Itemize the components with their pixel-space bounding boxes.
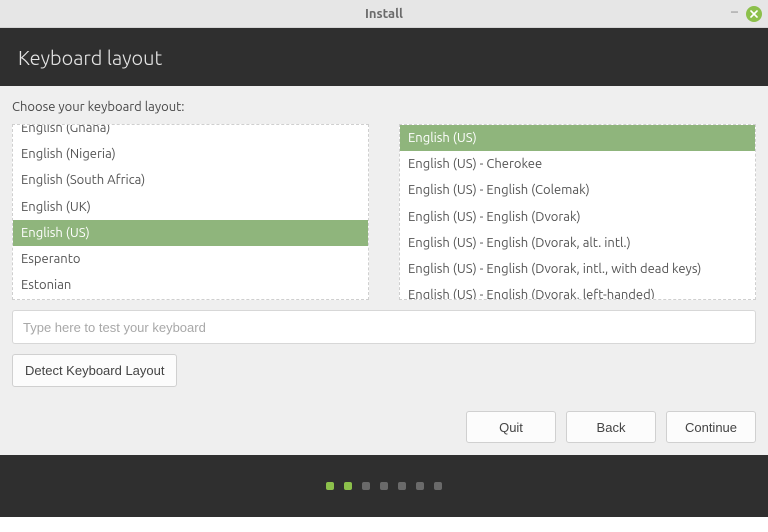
titlebar: Install –	[0, 0, 768, 28]
keyboard-test-input[interactable]	[12, 310, 756, 344]
list-item[interactable]: English (US) - English (Dvorak, intl., w…	[400, 256, 755, 282]
nav-buttons: Quit Back Continue	[0, 387, 768, 455]
progress-dot	[380, 482, 388, 490]
progress-dot	[362, 482, 370, 490]
list-item[interactable]: English (Nigeria)	[13, 141, 368, 167]
page-header: Keyboard layout	[0, 28, 768, 86]
progress-dot	[344, 482, 352, 490]
list-item[interactable]: English (Ghana)	[13, 124, 368, 141]
page-title: Keyboard layout	[18, 46, 162, 69]
quit-button[interactable]: Quit	[466, 411, 556, 443]
content-area: Choose your keyboard layout: English (Gh…	[0, 86, 768, 387]
window-controls: –	[731, 4, 762, 24]
list-item[interactable]: English (US) - English (Dvorak, alt. int…	[400, 230, 755, 256]
list-item[interactable]: English (US) - Cherokee	[400, 151, 755, 177]
back-button[interactable]: Back	[566, 411, 656, 443]
detect-keyboard-button[interactable]: Detect Keyboard Layout	[12, 354, 177, 387]
progress-dot	[416, 482, 424, 490]
list-item[interactable]: English (UK)	[13, 194, 368, 220]
variant-list[interactable]: English (US)English (US) - CherokeeEngli…	[399, 124, 756, 300]
close-icon	[750, 10, 758, 18]
list-item[interactable]: Faroese	[13, 298, 368, 300]
progress-dot	[434, 482, 442, 490]
list-item[interactable]: English (US) - English (Dvorak, left-han…	[400, 282, 755, 300]
list-item[interactable]: English (US) - English (Colemak)	[400, 177, 755, 203]
progress-dots	[0, 455, 768, 517]
progress-dot	[398, 482, 406, 490]
close-button[interactable]	[746, 6, 762, 22]
list-item[interactable]: English (US)	[13, 220, 368, 246]
continue-button[interactable]: Continue	[666, 411, 756, 443]
list-item[interactable]: English (US)	[400, 125, 755, 151]
list-item[interactable]: English (South Africa)	[13, 167, 368, 193]
progress-dot	[326, 482, 334, 490]
prompt-label: Choose your keyboard layout:	[12, 100, 756, 114]
window-title: Install	[365, 7, 403, 21]
list-item[interactable]: Esperanto	[13, 246, 368, 272]
layout-lists: English (Ghana)English (Nigeria)English …	[12, 124, 756, 300]
language-list[interactable]: English (Ghana)English (Nigeria)English …	[12, 124, 369, 300]
minimize-button[interactable]: –	[731, 4, 738, 24]
list-item[interactable]: English (US) - English (Dvorak)	[400, 204, 755, 230]
list-item[interactable]: Estonian	[13, 272, 368, 298]
